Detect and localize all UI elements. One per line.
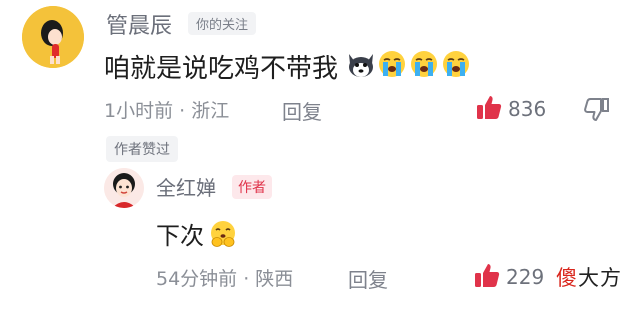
reply-avatar[interactable] <box>104 168 144 208</box>
crying-face-icon <box>378 50 406 78</box>
watermark-part2: 大方 <box>578 266 622 290</box>
reply-like-button[interactable]: 229 <box>474 262 544 292</box>
emoji-row <box>346 50 470 78</box>
reply-time-location: 54分钟前 · 陕西 <box>156 268 294 290</box>
reply-button[interactable]: 回复 <box>282 96 322 125</box>
thumbs-up-icon <box>474 262 500 292</box>
avatar-portrait-icon <box>104 168 144 208</box>
dislike-button[interactable] <box>584 96 610 126</box>
crying-face-icon <box>442 50 470 78</box>
like-count: 836 <box>508 97 547 121</box>
follow-badge: 你的关注 <box>188 12 257 35</box>
reply-button[interactable]: 回复 <box>348 264 388 293</box>
comment-text: 咱就是说吃鸡不带我 <box>104 54 339 84</box>
author-liked-badge: 作者赞过 <box>106 136 178 162</box>
avatar-illustration-icon <box>22 6 84 68</box>
husky-icon <box>346 50 374 78</box>
thumbs-up-icon <box>476 94 502 124</box>
reply-like-count: 229 <box>506 265 545 289</box>
username[interactable]: 管晨辰 <box>106 8 172 40</box>
reply-username[interactable]: 全红婵 <box>156 172 216 201</box>
reply-text: 下次 <box>156 222 204 250</box>
author-badge: 作者 <box>232 175 272 199</box>
pleading-hands-icon <box>208 220 238 252</box>
watermark-part1: 傻 <box>556 266 578 290</box>
comment-time-location: 1小时前 · 浙江 <box>104 100 230 122</box>
watermark: 傻大方 <box>556 262 622 292</box>
like-button[interactable]: 836 <box>476 94 546 124</box>
thumbs-down-icon <box>584 98 610 126</box>
avatar[interactable] <box>22 6 84 68</box>
crying-face-icon <box>410 50 438 78</box>
